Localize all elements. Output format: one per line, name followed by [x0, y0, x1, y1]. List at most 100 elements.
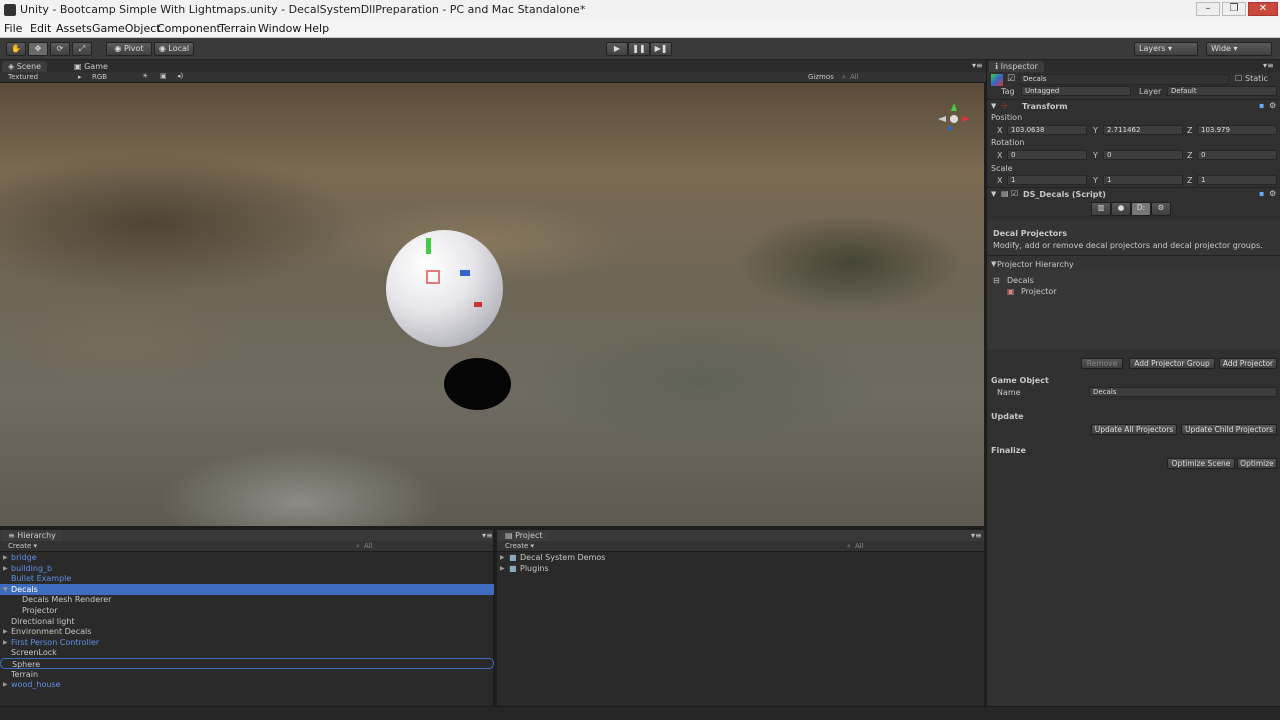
- tab-hierarchy[interactable]: ≡ Hierarchy: [2, 530, 62, 541]
- tag-dropdown[interactable]: Untagged: [1021, 86, 1131, 96]
- chevron-down-icon[interactable]: ▼: [991, 260, 996, 268]
- project-search-input[interactable]: All: [855, 542, 864, 550]
- pivot-toggle[interactable]: ◉ Pivot: [106, 42, 152, 56]
- create-dropdown[interactable]: Create ▾: [505, 542, 534, 550]
- chevron-right-icon[interactable]: ▶: [500, 563, 505, 574]
- decal-mode-icon[interactable]: D:: [1131, 202, 1151, 216]
- panel-menu-icon[interactable]: ▾≡: [971, 531, 982, 540]
- chevron-down-icon[interactable]: ▼: [3, 584, 8, 595]
- help-icon[interactable]: ▪: [1259, 101, 1264, 110]
- help-icon[interactable]: ▪: [1259, 189, 1264, 198]
- tree-root-item[interactable]: Decals: [1007, 276, 1034, 285]
- pause-button[interactable]: ❚❚: [628, 42, 650, 56]
- scale-x-field[interactable]: 1: [1007, 175, 1087, 185]
- chevron-right-icon[interactable]: ▶: [3, 552, 8, 563]
- minimize-button[interactable]: –: [1196, 2, 1220, 16]
- layout-dropdown[interactable]: Wide ▾: [1206, 42, 1272, 56]
- layers-dropdown[interactable]: Layers ▾: [1134, 42, 1198, 56]
- chevron-right-icon[interactable]: ▶: [500, 552, 505, 563]
- sphere-object[interactable]: [386, 230, 503, 347]
- script-enabled-checkbox[interactable]: ☑: [1011, 189, 1018, 198]
- gizmo-axis-x[interactable]: [474, 302, 482, 307]
- update-all-projectors-button[interactable]: Update All Projectors: [1091, 424, 1177, 435]
- maximize-button[interactable]: ❐: [1222, 2, 1246, 16]
- tree-child-item[interactable]: Projector: [1021, 287, 1057, 296]
- scene-search-input[interactable]: All: [850, 73, 859, 81]
- scene-viewport[interactable]: [0, 83, 984, 526]
- hierarchy-item[interactable]: ▶ building_b: [0, 563, 494, 574]
- position-x-field[interactable]: 103.0638: [1007, 125, 1087, 135]
- hierarchy-item[interactable]: Directional light: [0, 616, 494, 627]
- menu-window[interactable]: Window: [258, 22, 301, 35]
- static-checkbox[interactable]: ☐: [1235, 74, 1242, 83]
- menu-help[interactable]: Help: [304, 22, 329, 35]
- gizmo-axis-z[interactable]: [460, 270, 470, 276]
- scale-y-field[interactable]: 1: [1103, 175, 1183, 185]
- hierarchy-item[interactable]: ▶ Environment Decals: [0, 626, 494, 637]
- chevron-right-icon[interactable]: ▶: [3, 637, 8, 648]
- menu-gameobject[interactable]: GameObject: [92, 22, 161, 35]
- name-field[interactable]: Decals: [1089, 387, 1277, 397]
- chevron-right-icon[interactable]: ▶: [3, 563, 8, 574]
- gizmo-axis-y[interactable]: [426, 238, 431, 254]
- collapse-icon[interactable]: ⊟: [993, 276, 1000, 285]
- add-projector-group-button[interactable]: Add Projector Group: [1129, 358, 1215, 369]
- remove-button[interactable]: Remove: [1081, 358, 1123, 369]
- close-button[interactable]: ✕: [1248, 2, 1278, 16]
- hierarchy-item[interactable]: Bullet Example: [0, 573, 494, 584]
- update-child-projectors-button[interactable]: Update Child Projectors: [1181, 424, 1277, 435]
- hierarchy-item[interactable]: ▼ Decals: [0, 583, 494, 595]
- rotate-tool-icon[interactable]: ⟳: [50, 42, 70, 56]
- chevron-down-icon[interactable]: ▼: [991, 190, 996, 198]
- move-tool-icon[interactable]: ✥: [28, 42, 48, 56]
- step-button[interactable]: ▶❚: [650, 42, 672, 56]
- tab-inspector[interactable]: ℹ Inspector: [989, 61, 1044, 72]
- hierarchy-item[interactable]: ScreenLock: [0, 647, 494, 658]
- hierarchy-item[interactable]: Terrain: [0, 669, 494, 680]
- add-projector-button[interactable]: Add Projector: [1219, 358, 1277, 369]
- menu-edit[interactable]: Edit: [30, 22, 51, 35]
- move-gizmo-handle[interactable]: [426, 270, 440, 284]
- sun-icon[interactable]: ☀: [142, 72, 148, 80]
- optimize-scene-button[interactable]: Optimize Scene: [1167, 458, 1235, 469]
- scale-tool-icon[interactable]: ⤢: [72, 42, 92, 56]
- hierarchy-item[interactable]: Decals Mesh Renderer: [0, 594, 494, 605]
- hierarchy-item[interactable]: Projector: [0, 605, 494, 616]
- hierarchy-item[interactable]: ▶ bridge: [0, 552, 494, 563]
- gear-icon[interactable]: ⚙: [1269, 189, 1276, 198]
- layer-dropdown[interactable]: Default: [1167, 86, 1277, 96]
- projector-toolbar-icon[interactable]: ▥: [1091, 202, 1111, 216]
- image-icon[interactable]: ▣: [160, 72, 167, 80]
- color-mode-dropdown[interactable]: RGB: [92, 73, 107, 81]
- chevron-right-icon[interactable]: ▶: [3, 679, 8, 690]
- hierarchy-item[interactable]: ▶ First Person Controller: [0, 637, 494, 648]
- audio-icon[interactable]: ◂): [177, 72, 183, 80]
- list-item[interactable]: ▶ ■ Decal System Demos: [497, 552, 984, 563]
- list-item[interactable]: ▶ ■ Plugins: [497, 563, 984, 574]
- camera-icon[interactable]: ●: [1111, 202, 1131, 216]
- orientation-gizmo-icon[interactable]: [936, 101, 972, 137]
- play-button[interactable]: ▶: [606, 42, 628, 56]
- rotation-z-field[interactable]: 0: [1197, 150, 1277, 160]
- gizmos-dropdown[interactable]: Gizmos: [808, 73, 834, 81]
- hand-tool-icon[interactable]: ✋: [6, 42, 26, 56]
- menu-terrain[interactable]: Terrain: [219, 22, 256, 35]
- hierarchy-item[interactable]: Sphere: [0, 658, 494, 669]
- menu-component[interactable]: Component: [157, 22, 221, 35]
- tab-scene[interactable]: ◈ Scene: [2, 61, 48, 72]
- object-name-field[interactable]: Decals: [1019, 74, 1229, 85]
- tab-game[interactable]: ▣ Game: [68, 61, 114, 72]
- chevron-right-icon[interactable]: ▶: [3, 626, 8, 637]
- rotation-y-field[interactable]: 0: [1103, 150, 1183, 160]
- tab-project[interactable]: ▤ Project: [499, 530, 549, 541]
- position-y-field[interactable]: 2.711462: [1103, 125, 1183, 135]
- chevron-down-icon[interactable]: ▼: [991, 102, 996, 110]
- settings-icon[interactable]: ⚙: [1151, 202, 1171, 216]
- panel-menu-icon[interactable]: ▾≡: [482, 531, 493, 540]
- menu-file[interactable]: File: [4, 22, 22, 35]
- hierarchy-search-input[interactable]: All: [364, 542, 373, 550]
- rotation-x-field[interactable]: 0: [1007, 150, 1087, 160]
- panel-menu-icon[interactable]: ▾≡: [1263, 61, 1274, 70]
- active-checkbox[interactable]: ☑: [1007, 74, 1015, 84]
- menu-assets[interactable]: Assets: [56, 22, 92, 35]
